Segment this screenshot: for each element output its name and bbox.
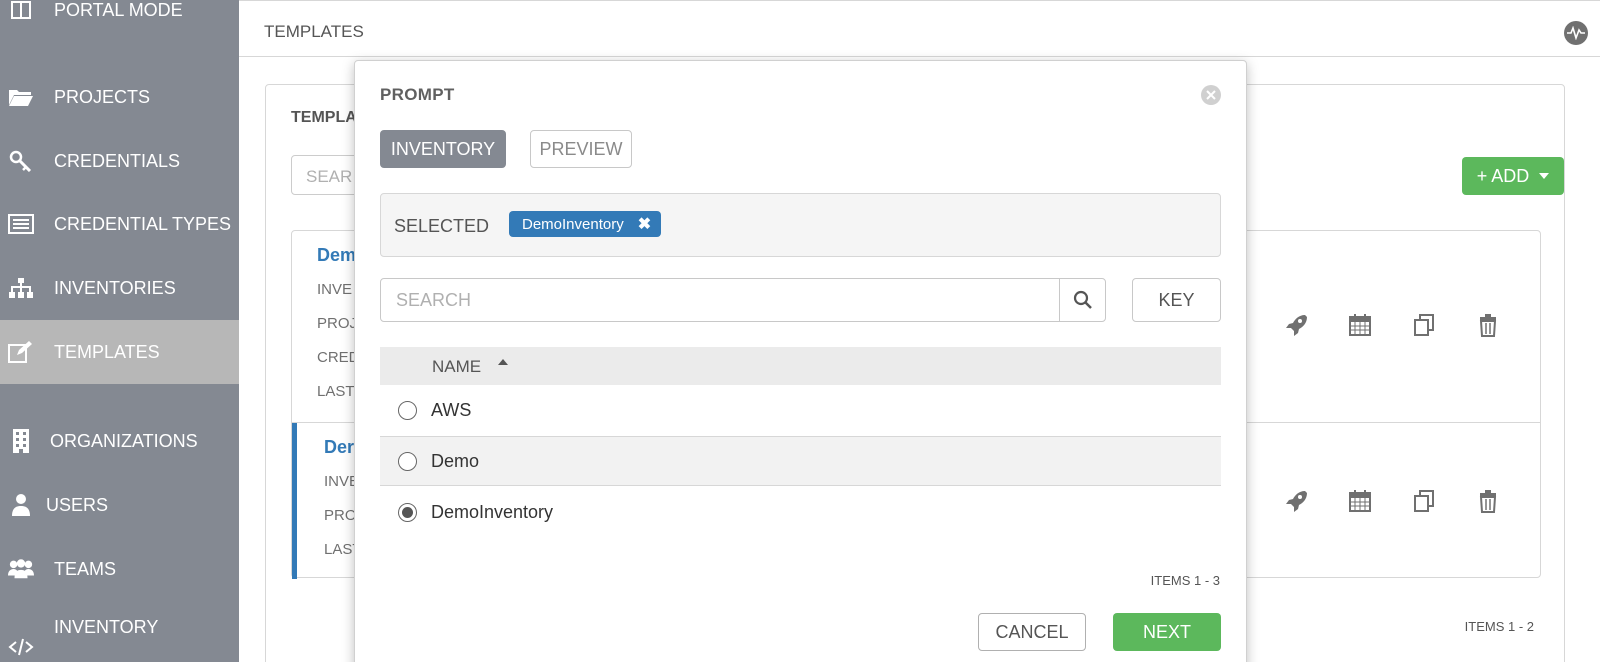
radio-button[interactable] [398, 451, 417, 471]
sidebar-item-projects[interactable]: PROJECTS [0, 65, 239, 129]
panel-title: TEMPLA [291, 109, 357, 126]
search-input[interactable] [381, 279, 1061, 321]
list-count: ITEMS 1 - 2 [1464, 619, 1534, 634]
sidebar-item-inventory-scripts[interactable]: INVENTORY [0, 615, 239, 662]
template-name-link[interactable]: Dem [317, 245, 356, 266]
sidebar-item-portal-mode[interactable]: PORTAL MODE [0, 0, 239, 42]
selected-inventory-box: SELECTED DemoInventory ✖ [380, 193, 1221, 257]
sidebar-item-organizations[interactable]: ORGANIZATIONS [0, 409, 239, 473]
search-icon[interactable] [1059, 279, 1105, 321]
trash-icon[interactable] [1476, 489, 1500, 513]
items-count: ITEMS 1 - 3 [1150, 573, 1220, 588]
sidebar-item-label: INVENTORIES [54, 277, 176, 298]
sidebar-item-label: INVENTORY [54, 617, 159, 637]
calendar-icon[interactable] [1348, 489, 1372, 513]
sidebar-item-label: CREDENTIALS [54, 150, 181, 171]
table-row[interactable]: Demo [380, 436, 1221, 486]
sidebar-item-label: ORGANIZATIONS [50, 430, 198, 451]
building-icon [8, 429, 34, 453]
sidebar-item-users[interactable]: USERS [0, 473, 239, 537]
users-icon [8, 557, 34, 581]
key-button[interactable]: KEY [1132, 278, 1221, 322]
page-title: TEMPLATES [264, 22, 364, 41]
folder-icon [8, 85, 34, 109]
sidebar-item-label: PORTAL MODE [54, 0, 183, 20]
copy-icon[interactable] [1412, 489, 1436, 513]
sidebar-item-credentials[interactable]: CREDENTIALS [0, 129, 239, 193]
inventory-search [380, 278, 1106, 322]
table-row[interactable]: DemoInventory [380, 487, 1221, 537]
sidebar-item-label: CREDENTIAL TYPES [54, 213, 232, 234]
activity-stream-icon[interactable] [1564, 21, 1588, 45]
row-actions [1284, 313, 1500, 337]
column-header-name[interactable]: NAME [432, 357, 481, 377]
sidebar-item-credential-types[interactable]: CREDENTIAL TYPES [0, 192, 239, 256]
sidebar-item-label: TEMPLATES [54, 341, 160, 362]
modal-title: PROMPT [380, 85, 455, 104]
portal-icon [8, 0, 34, 22]
template-name-link[interactable]: Der [324, 437, 354, 458]
chip-label: DemoInventory [522, 215, 624, 233]
sidebar-item-label: TEAMS [54, 558, 117, 579]
template-meta: INVE [317, 281, 353, 298]
page-header: TEMPLATES [239, 0, 1600, 57]
next-button[interactable]: NEXT [1113, 613, 1221, 651]
edit-icon [8, 340, 34, 364]
sidebar-item-label: USERS [46, 494, 109, 515]
prompt-modal: PROMPT INVENTORY PREVIEW SELECTED DemoIn… [354, 60, 1247, 662]
template-meta: PRO [324, 507, 357, 524]
calendar-icon[interactable] [1348, 313, 1372, 337]
inventory-name: Demo [431, 450, 480, 471]
key-icon [8, 149, 34, 173]
template-meta: PROJ [317, 315, 358, 332]
table-row[interactable]: AWS [380, 385, 1221, 435]
table-header: NAME [380, 347, 1221, 385]
trash-icon[interactable] [1476, 313, 1500, 337]
sitemap-icon [8, 276, 34, 300]
sort-up-icon[interactable] [498, 359, 508, 365]
radio-dot [402, 506, 413, 518]
code-icon [8, 635, 34, 659]
add-button-label: + ADD [1476, 165, 1530, 186]
cancel-button[interactable]: CANCEL [978, 613, 1086, 651]
sidebar: PORTAL MODE PROJECTS CREDENTIALS CREDENT… [0, 0, 239, 662]
tab-preview[interactable]: PREVIEW [530, 130, 632, 168]
tab-inventory[interactable]: INVENTORY [380, 130, 506, 168]
user-icon [8, 493, 34, 517]
close-icon[interactable] [1201, 85, 1221, 105]
copy-icon[interactable] [1412, 313, 1436, 337]
rocket-icon[interactable] [1284, 489, 1308, 513]
rocket-icon[interactable] [1284, 313, 1308, 337]
radio-button[interactable] [398, 400, 417, 420]
list-icon [8, 212, 34, 236]
selected-label: SELECTED [394, 216, 490, 236]
sidebar-item-teams[interactable]: TEAMS [0, 537, 239, 601]
sidebar-item-templates[interactable]: TEMPLATES [0, 320, 239, 384]
selected-chip: DemoInventory ✖ [509, 211, 662, 237]
inventory-name: AWS [431, 399, 472, 420]
row-actions [1284, 489, 1500, 513]
sidebar-item-label: PROJECTS [54, 86, 151, 107]
template-meta: LAST [317, 383, 355, 400]
remove-chip-icon[interactable]: ✖ [638, 214, 651, 234]
add-button[interactable]: + ADD [1462, 157, 1564, 195]
radio-button-selected[interactable] [398, 502, 417, 522]
inventory-name: DemoInventory [431, 501, 554, 522]
chevron-down-icon [1539, 173, 1550, 179]
sidebar-item-inventories[interactable]: INVENTORIES [0, 256, 239, 320]
